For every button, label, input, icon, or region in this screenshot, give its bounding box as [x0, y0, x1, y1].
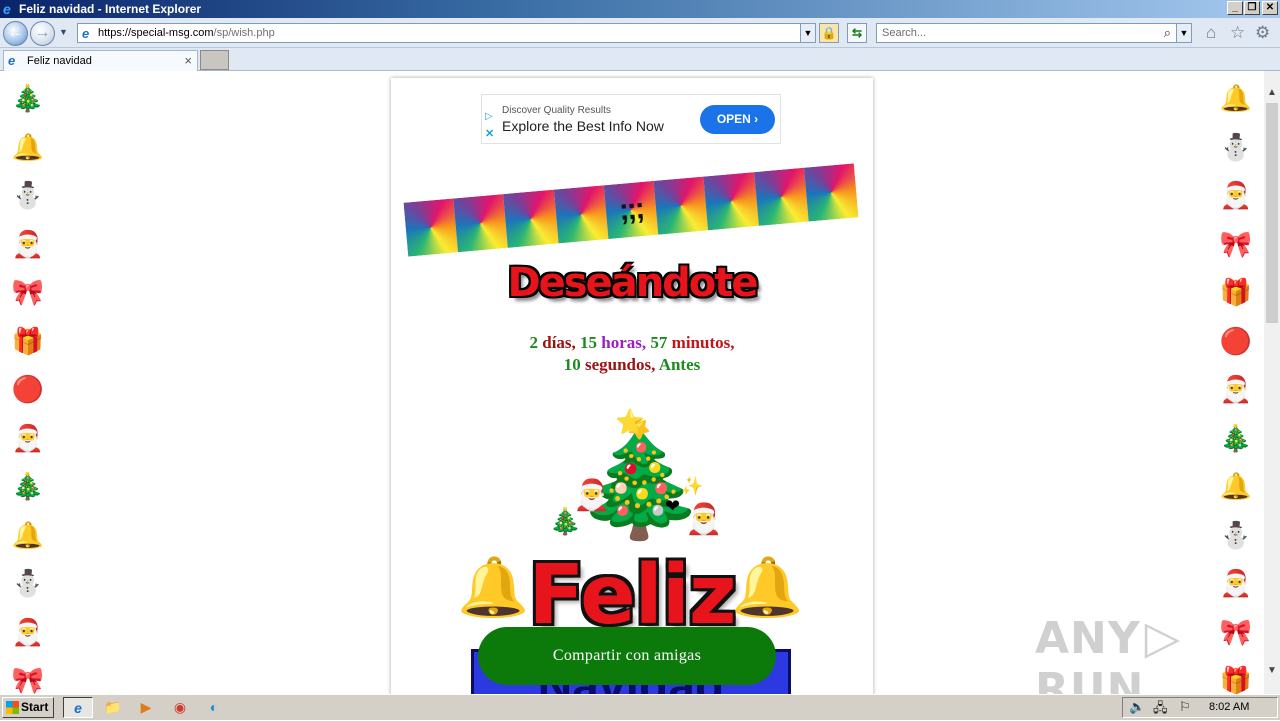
decoration-emoji-icon: 🎄 [11, 471, 45, 501]
tab-feliz-navidad[interactable]: e Feliz navidad × [3, 50, 198, 71]
window-titlebar: e Feliz navidad - Internet Explorer _ ❐ … [0, 0, 1280, 18]
decoration-emoji-icon: ⛄ [1219, 519, 1253, 550]
decoration-emoji-icon: ⛄ [11, 568, 45, 598]
windows-logo-icon [6, 701, 19, 714]
scroll-thumb[interactable] [1266, 103, 1278, 323]
taskbar-media-player-icon[interactable]: ▶ [131, 697, 161, 718]
address-url[interactable]: https://special-msg.com/sp/wish.php [98, 27, 275, 39]
restore-button[interactable]: ❐ [1244, 1, 1260, 15]
refresh-icon[interactable]: ⇆ [847, 23, 867, 43]
home-icon[interactable]: ⌂ [1206, 23, 1216, 43]
search-icon[interactable]: ⌕ [1164, 25, 1171, 41]
decoration-emoji-icon: ⛄ [11, 180, 45, 210]
taskbar-chrome-icon[interactable]: ◉ [165, 697, 195, 718]
countdown-text: 2 días, 15 horas, 57 minutos, 10 segundo… [529, 333, 735, 374]
ie-logo-icon: e [3, 1, 11, 17]
favorites-star-icon[interactable]: ☆ [1230, 23, 1245, 43]
taskbar-edge-icon[interactable]: ◐ [199, 697, 229, 718]
taskbar-ie-icon[interactable]: e [63, 697, 93, 718]
ad-headline[interactable]: Explore the Best Info Now [502, 118, 664, 134]
greeting-card: ▷ ✕ Discover Quality Results Explore the… [391, 78, 873, 694]
decoration-emoji-icon: 🎅 [1219, 374, 1253, 404]
wish-heading: Deseándote [507, 260, 758, 306]
heart-icon: ❤ [665, 496, 681, 516]
settings-gear-icon[interactable]: ⚙ [1255, 23, 1270, 43]
rainbow-strip: ;;; [403, 163, 859, 257]
address-dropdown-icon[interactable]: ▼ [800, 24, 815, 42]
search-input[interactable]: Search... [882, 27, 926, 39]
vertical-scrollbar[interactable]: ▲ ▼ [1264, 71, 1280, 694]
decoration-emoji-icon: 🔔 [1219, 471, 1253, 501]
navigation-bar: ← → ▼ e https://special-msg.com/sp/wish.… [0, 18, 1280, 48]
tab-bar: e Feliz navidad × [0, 48, 1280, 71]
tab-close-icon[interactable]: × [184, 53, 192, 68]
decoration-emoji-icon: 🎅 [11, 422, 45, 453]
decoration-emoji-icon: 🔴 [1219, 325, 1253, 356]
star-icon: ⭐ [615, 409, 645, 436]
volume-icon[interactable]: 🔈 [1129, 699, 1145, 715]
decoration-emoji-icon: 🎅 [1219, 180, 1253, 210]
bells-right-icon: 🔔 [731, 555, 804, 620]
scroll-up-icon[interactable]: ▲ [1264, 85, 1280, 101]
new-tab-button[interactable] [200, 50, 229, 70]
decoration-emoji-icon: 🎀 [1219, 228, 1253, 259]
history-dropdown-icon[interactable]: ▼ [59, 27, 68, 37]
search-box[interactable]: Search... ⌕ ▼ [876, 23, 1192, 43]
play-triangle-icon: ▷ [1144, 610, 1182, 664]
decoration-emoji-icon: 🎅 [11, 616, 45, 647]
decoration-emoji-icon: 🎄 [11, 83, 45, 113]
taskbar-folder-icon[interactable]: 📁 [98, 697, 128, 718]
decoration-emoji-icon: 🎄 [1219, 422, 1253, 453]
decoration-emoji-icon: 🔔 [11, 131, 45, 162]
decoration-emoji-icon: 🎀 [11, 277, 45, 307]
system-tray: 🔈 🖧 ⚐ 8:02 AM [1122, 697, 1278, 718]
ad-open-button[interactable]: OPEN › [700, 105, 775, 134]
sparkle-icon: ✨ [681, 476, 704, 496]
ad-close-icon[interactable]: ✕ [485, 127, 494, 140]
window-title: Feliz navidad - Internet Explorer [19, 2, 202, 16]
taskbar: Start e 📁 ▶ ◉ ◐ 🔈 🖧 ⚐ 8:02 AM [0, 694, 1280, 720]
tab-title: Feliz navidad [27, 55, 92, 67]
ad-choices-icon[interactable]: ▷ [485, 111, 493, 122]
small-tree-icon: 🎄 [549, 506, 582, 536]
page-content: 🎄 🔔 ⛄ 🎅 🎀 🎁 🔴 🎅 🎄 🔔 ⛄ 🎅 🎀 🔔 ⛄ 🎅 🎀 🎁 🔴 🎅 🎄 🔔 ⛄ 🎅 🎀 🎁 ▷ ✕ Discover… [0, 71, 1264, 694]
page-ie-icon: e [82, 26, 90, 41]
strip-center-marks: ;;; [603, 180, 659, 240]
action-center-flag-icon[interactable]: ⚐ [1179, 699, 1191, 715]
decoration-emoji-icon: 🎅 [1219, 568, 1253, 598]
decoration-emoji-icon: 🔔 [1219, 83, 1253, 113]
clock[interactable]: 8:02 AM [1209, 701, 1249, 713]
ad-small-text: Discover Quality Results [502, 105, 611, 116]
decoration-emoji-icon: 🎀 [11, 665, 45, 694]
network-icon[interactable]: 🖧 [1153, 699, 1168, 721]
lock-icon[interactable]: 🔒 [819, 23, 839, 43]
bells-left-icon: 🔔 [457, 555, 530, 620]
decoration-emoji-icon: 🔴 [11, 374, 45, 404]
minimize-button[interactable]: _ [1227, 1, 1243, 15]
santa-face-icon: 🎅 [685, 503, 723, 536]
decoration-emoji-icon: 🔔 [11, 519, 45, 550]
address-bar[interactable]: e https://special-msg.com/sp/wish.php ▼ [77, 23, 816, 43]
forward-button[interactable]: → [30, 21, 55, 46]
back-button[interactable]: ← [3, 21, 28, 46]
tab-ie-icon: e [8, 53, 16, 68]
ad-banner[interactable]: ▷ ✕ Discover Quality Results Explore the… [481, 94, 781, 144]
decoration-emoji-icon: 🎅 [11, 228, 45, 259]
decoration-emoji-icon: ⛄ [1219, 131, 1253, 162]
decoration-emoji-icon: 🎁 [11, 325, 45, 356]
decoration-emoji-icon: 🎁 [1219, 277, 1253, 307]
share-with-friends-button[interactable]: Compartir con amigas [478, 627, 776, 685]
search-dropdown-icon[interactable]: ▼ [1176, 24, 1191, 42]
close-window-button[interactable]: ✕ [1262, 1, 1278, 15]
start-button[interactable]: Start [2, 697, 54, 718]
